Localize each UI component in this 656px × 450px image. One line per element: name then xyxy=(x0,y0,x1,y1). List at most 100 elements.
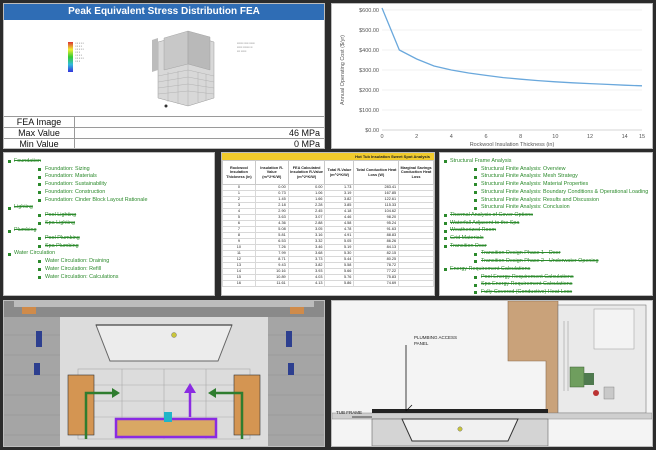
fea-image: ▪▪▪▪▪ ▪▪▪▪ ▪▪▪▪▪ ▪▪▪ ▪▪▪▪ ▪▪▪▪▪ ▪▪▪ ▪▪▪▪▪▪ ▪▪▪… xyxy=(4,20,324,116)
cad-drawing-room xyxy=(332,301,652,446)
list-item-label: Foundation: Sustainability xyxy=(45,181,107,188)
bullet-icon xyxy=(444,229,447,233)
list-item[interactable]: Pool Lighting xyxy=(8,212,210,220)
bullet-icon xyxy=(8,252,11,256)
list-item[interactable]: Water Circulation xyxy=(8,250,210,258)
table-header-cell: Insulation R-Value (m^2*K/W) xyxy=(254,160,289,185)
bullet-icon xyxy=(38,168,41,172)
list-item[interactable]: Plumbing xyxy=(8,227,210,235)
list-item[interactable]: Grid Materials xyxy=(444,235,648,243)
bullet-icon xyxy=(474,175,477,179)
list-item[interactable]: Foundation: Construction xyxy=(8,189,210,197)
list-item-label: Spa Lighting xyxy=(45,219,75,226)
bullet-icon xyxy=(8,160,11,164)
chart-y-tick-label: $600.00 xyxy=(359,8,379,14)
list-item[interactable]: Foundation: Cinder Block Layout Rational… xyxy=(8,197,210,205)
bullet-icon xyxy=(38,245,41,249)
list-item[interactable]: Waterfall Adjacent to the Spa xyxy=(444,220,648,228)
bullet-icon xyxy=(38,221,41,225)
list-item[interactable]: Water Circulation: Calculations xyxy=(8,274,210,282)
list-item[interactable]: Spa Energy Requirement Calculations xyxy=(444,281,648,289)
chart-x-tick-label: 14 xyxy=(622,134,628,140)
list-item-label: Water Circulation: Refill xyxy=(45,265,102,272)
bullet-icon xyxy=(38,183,41,187)
list-item[interactable]: Transition Design Phase 2 - Underwater O… xyxy=(444,258,648,266)
list-item[interactable]: Energy Requirement Calculations xyxy=(444,266,648,274)
plumbing-access-label: PLUMBING ACCESS xyxy=(414,335,458,340)
list-item[interactable]: Structural Finite Analysis: Boundary Con… xyxy=(444,189,648,197)
chart-x-tick-label: 2 xyxy=(415,134,418,140)
list-item-label: Pool Plumbing xyxy=(45,235,80,242)
list-item-label: Water Circulation: Calculations xyxy=(45,273,119,280)
list-item[interactable]: Spa Plumbing xyxy=(8,243,210,251)
list-item-label: Structural Finite Analysis: Overview xyxy=(481,165,566,172)
list-item[interactable]: Pool Plumbing xyxy=(8,235,210,243)
list-item[interactable]: Structural Frame Analysis xyxy=(444,158,648,166)
fea-row-value: 46 MPa xyxy=(288,128,320,138)
list-item[interactable]: Fully Covered (Conductive) Heat Loss xyxy=(444,288,648,295)
list-item[interactable]: Transition Door xyxy=(444,243,648,251)
fea-row-label: Min Value xyxy=(19,139,59,149)
bullet-icon xyxy=(474,283,477,287)
chart-x-tick-label: 8 xyxy=(519,134,522,140)
list-item-label: Fully Covered (Conductive) Heat Loss xyxy=(481,288,573,295)
fea-row-label: Max Value xyxy=(18,128,60,138)
list-item[interactable]: Structural Finite Analysis: Material Pro… xyxy=(444,181,648,189)
table-cell: 5.86 xyxy=(324,280,355,287)
bullet-icon xyxy=(38,237,41,241)
chart-series-line xyxy=(381,7,643,87)
bullet-icon xyxy=(474,291,477,295)
table-cell: 4.13 xyxy=(287,280,326,287)
list-item-label: Energy Requirement Calculations xyxy=(450,265,531,272)
chart-y-tick-label: $0.00 xyxy=(365,128,379,134)
bullet-icon xyxy=(38,260,41,264)
list-item-label: Water Circulation: Draining xyxy=(45,258,110,265)
list-item[interactable]: Pool Energy Requirement Calculations xyxy=(444,274,648,282)
cad-section-view-left xyxy=(3,300,325,447)
chart-x-tick-label: 0 xyxy=(380,134,383,140)
list-item-label: Foundation: Construction xyxy=(45,188,106,195)
list-item[interactable]: Water Circulation: Refill xyxy=(8,266,210,274)
list-item[interactable]: Structural Finite Analysis: Results and … xyxy=(444,197,648,205)
list-item-label: Transition Door xyxy=(450,242,487,249)
list-item[interactable]: Structural Finite Analysis: Mesh Strateg… xyxy=(444,173,648,181)
list-item-label: Thermal Analysis of Cover Options xyxy=(450,211,533,218)
outline-list-right-body: Structural Frame Analysis Structural Fini… xyxy=(444,158,648,295)
list-item-label: Weatherized Room xyxy=(450,227,497,234)
bullet-icon xyxy=(38,214,41,218)
list-item-label: Foundation: Sizing xyxy=(45,165,90,172)
bullet-icon xyxy=(38,198,41,202)
list-item[interactable]: Thermal Analysis of Cover Options xyxy=(444,212,648,220)
list-item[interactable]: Structural Finite Analysis: Overview xyxy=(444,166,648,174)
plumbing-access-label-2: PANEL xyxy=(414,341,429,346)
bullet-icon xyxy=(474,260,477,264)
list-item[interactable]: Transition Design Phase 1 - Door xyxy=(444,250,648,258)
list-item[interactable]: Foundation: Materials xyxy=(8,173,210,181)
list-item-label: Structural Finite Analysis: Material Pro… xyxy=(481,181,589,188)
insulation-table: Rockwool Insulation Thickness (in) Insula… xyxy=(222,160,434,287)
list-item[interactable]: Water Circulation: Draining xyxy=(8,258,210,266)
outline-list-right: Structural Frame Analysis Structural Fini… xyxy=(439,152,653,296)
list-item[interactable]: Foundation: Sizing xyxy=(8,166,210,174)
list-item[interactable]: Lighting xyxy=(8,204,210,212)
chart-x-tick-label: 12 xyxy=(587,134,593,140)
bullet-icon xyxy=(8,206,11,210)
bullet-icon xyxy=(444,268,447,272)
bullet-icon xyxy=(444,237,447,241)
list-item-label: Pool Lighting xyxy=(45,211,77,218)
bullet-icon xyxy=(38,175,41,179)
list-item-label: Plumbing xyxy=(14,227,37,234)
table-row: 16 11.61 4.13 5.86 74.69 xyxy=(222,280,434,287)
list-item-label: Waterfall Adjacent to the Spa xyxy=(450,219,520,226)
list-item-label: Grid Materials xyxy=(450,235,484,242)
list-item[interactable]: Weatherized Room xyxy=(444,227,648,235)
table-header-cell: Rockwool Insulation Thickness (in) xyxy=(222,160,256,185)
list-item[interactable]: Spa Lighting xyxy=(8,220,210,228)
list-item[interactable]: Foundation xyxy=(8,158,210,166)
list-item[interactable]: Structural Finite Analysis: Conclusion xyxy=(444,204,648,212)
list-item[interactable]: Foundation: Sustainability xyxy=(8,181,210,189)
tub-frame-label: TUB FRAME xyxy=(336,410,363,415)
fea-row-value: 0 MPa xyxy=(293,139,320,149)
bullet-icon xyxy=(38,275,41,279)
fea-model-render xyxy=(152,30,215,108)
